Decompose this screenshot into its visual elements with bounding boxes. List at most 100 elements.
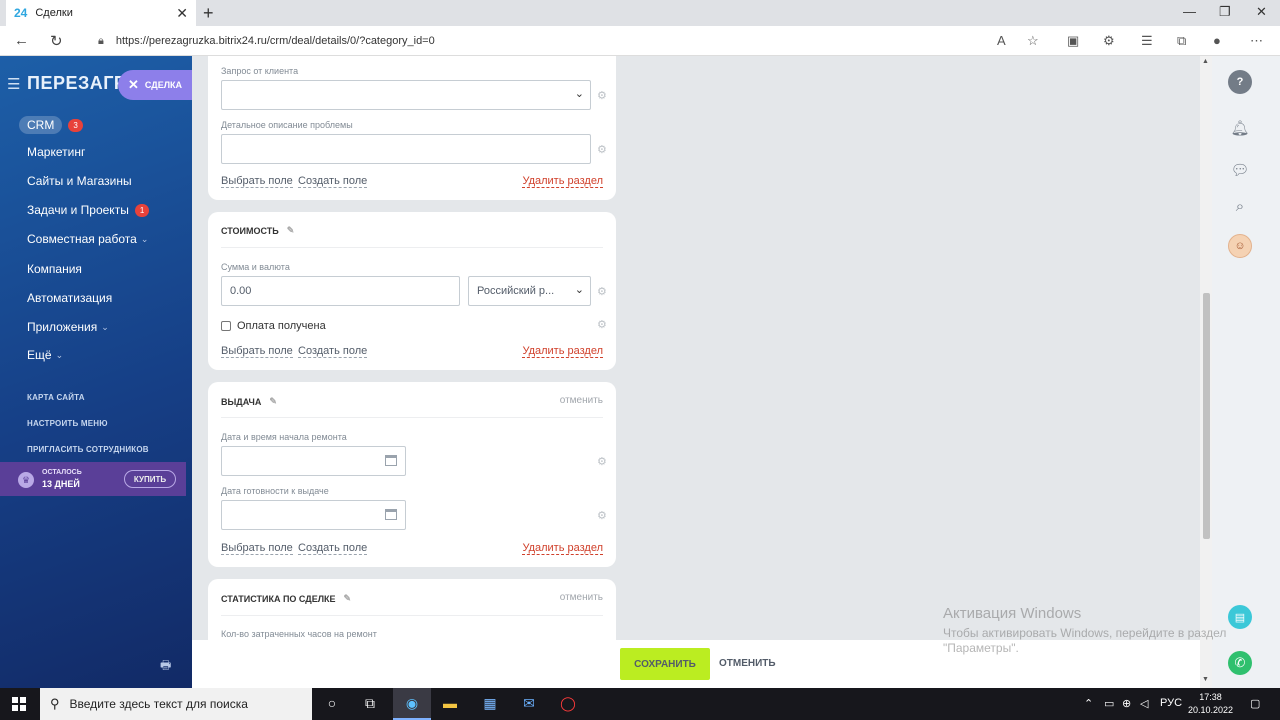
windows-start-icon[interactable] bbox=[12, 697, 26, 711]
buy-button[interactable]: КУПИТЬ bbox=[124, 470, 176, 488]
gear-icon[interactable]: ⚙ bbox=[597, 318, 607, 331]
volume-icon[interactable]: ◁ bbox=[1140, 697, 1148, 710]
printer-icon[interactable]: 🖶︎ bbox=[160, 656, 171, 677]
pencil-icon[interactable]: ✎ bbox=[344, 593, 352, 604]
sidebar-item-collab[interactable]: Совместная работа ⌄ bbox=[27, 232, 148, 246]
file-explorer-icon[interactable]: ▬ bbox=[440, 695, 460, 711]
chat-icon[interactable]: 💬︎ bbox=[1228, 158, 1252, 182]
tabs-icon[interactable]: ⧉ bbox=[1177, 33, 1186, 49]
browser-tab[interactable]: 24 Сделки ✕ bbox=[6, 0, 196, 26]
sidebar-item-sites[interactable]: Сайты и Магазины bbox=[27, 174, 132, 188]
select-field-link[interactable]: Выбрать поле bbox=[221, 345, 293, 358]
sidebar-item-automation[interactable]: Автоматизация bbox=[27, 291, 112, 305]
select-field-link[interactable]: Выбрать поле bbox=[221, 175, 293, 188]
pencil-icon[interactable]: ✎ bbox=[287, 225, 295, 236]
trial-days: 13 ДНЕЙ bbox=[42, 479, 80, 489]
notification-icon[interactable]: ▢ bbox=[1250, 697, 1260, 710]
gear-icon[interactable]: ⚙ bbox=[597, 143, 607, 156]
opera-icon[interactable]: ◯ bbox=[558, 695, 578, 712]
calendar-icon[interactable] bbox=[385, 509, 397, 520]
page-scrollbar[interactable]: ▲ ▼ bbox=[1200, 56, 1212, 688]
gear-icon[interactable]: ⚙ bbox=[597, 285, 607, 298]
back-icon[interactable]: ← bbox=[14, 32, 29, 49]
url-field[interactable]: 🔒︎ https://perezagruzka.bitrix24.ru/crm/… bbox=[88, 30, 1054, 52]
task-view-icon[interactable]: ⧉ bbox=[360, 695, 380, 712]
refresh-icon[interactable]: ↻ bbox=[50, 32, 63, 50]
avatar[interactable]: ☺ bbox=[1228, 234, 1252, 258]
search-icon[interactable]: ⌕ bbox=[1228, 194, 1252, 218]
mail-icon[interactable]: ✉ bbox=[519, 695, 539, 712]
sidebar-item-marketing[interactable]: Маркетинг bbox=[27, 145, 85, 159]
client-request-select[interactable]: ⌄ bbox=[221, 80, 591, 110]
payment-received-checkbox[interactable] bbox=[221, 321, 231, 331]
phone-icon[interactable]: ✆ bbox=[1228, 651, 1252, 675]
invite-users-link[interactable]: ПРИГЛАСИТЬ СОТРУДНИКОВ bbox=[27, 445, 149, 454]
sidebar-item-more[interactable]: Ещё ⌄ bbox=[27, 348, 63, 362]
favorites-icon[interactable]: ☰ bbox=[1141, 33, 1153, 49]
gear-icon[interactable]: ⚙ bbox=[597, 455, 607, 468]
cortana-icon[interactable]: ○ bbox=[322, 695, 342, 711]
extensions-icon[interactable]: ⚙ bbox=[1103, 33, 1115, 49]
close-window-icon[interactable]: ✕ bbox=[1256, 4, 1267, 20]
battery-icon[interactable]: ▭ bbox=[1104, 697, 1114, 710]
tray-chevron-icon[interactable]: ⌃ bbox=[1084, 697, 1093, 710]
calendar-icon[interactable] bbox=[385, 455, 397, 466]
clock[interactable]: 17:38 20.10.2022 bbox=[1188, 691, 1233, 717]
field-label: Запрос от клиента bbox=[221, 66, 299, 76]
create-field-link[interactable]: Создать поле bbox=[298, 175, 368, 188]
amount-input[interactable]: 0.00 bbox=[221, 276, 460, 306]
read-aloud-icon[interactable]: A bbox=[997, 33, 1006, 48]
gear-icon[interactable]: ⚙ bbox=[597, 509, 607, 522]
store-icon[interactable]: ▦ bbox=[480, 695, 500, 712]
deal-close-pill[interactable]: ✕ СДЕЛКА bbox=[118, 70, 192, 100]
new-tab-icon[interactable]: + bbox=[203, 3, 214, 24]
menu-burger-icon[interactable]: ☰ bbox=[7, 75, 20, 93]
network-icon[interactable]: ⊕ bbox=[1122, 697, 1131, 710]
save-button[interactable]: СОХРАНИТЬ bbox=[620, 648, 710, 680]
gear-icon[interactable]: ⚙ bbox=[597, 89, 607, 102]
pencil-icon[interactable]: ✎ bbox=[269, 396, 277, 407]
minimize-icon[interactable]: — bbox=[1183, 4, 1196, 19]
more-icon[interactable]: ⋯ bbox=[1250, 33, 1263, 49]
create-field-link[interactable]: Создать поле bbox=[298, 345, 368, 358]
cancel-section-link[interactable]: отменить bbox=[560, 592, 603, 603]
configure-menu-link[interactable]: НАСТРОИТЬ МЕНЮ bbox=[27, 419, 108, 428]
sidebar-item-company[interactable]: Компания bbox=[27, 262, 82, 276]
select-field-link[interactable]: Выбрать поле bbox=[221, 542, 293, 555]
cancel-section-link[interactable]: отменить bbox=[560, 395, 603, 406]
sidebar-item-tasks[interactable]: Задачи и Проекты 1 bbox=[27, 203, 150, 217]
notes-icon[interactable]: ▤ bbox=[1228, 605, 1252, 629]
cancel-button[interactable]: ОТМЕНИТЬ bbox=[719, 658, 776, 669]
scroll-down-icon[interactable]: ▼ bbox=[1202, 676, 1209, 683]
delete-section-link[interactable]: Удалить раздел bbox=[522, 542, 603, 555]
favorite-add-icon[interactable]: ☆ bbox=[1027, 33, 1039, 49]
delete-section-link[interactable]: Удалить раздел bbox=[522, 345, 603, 358]
bell-icon[interactable]: 🔔︎ bbox=[1228, 116, 1252, 140]
scroll-up-icon[interactable]: ▲ bbox=[1202, 58, 1209, 65]
currency-select[interactable]: Российский р... ⌄ bbox=[468, 276, 591, 306]
profile-icon[interactable]: ● bbox=[1213, 33, 1221, 48]
taskbar-search[interactable]: ⚲ Введите здесь текст для поиска bbox=[40, 688, 312, 720]
help-icon[interactable]: ? bbox=[1228, 70, 1252, 94]
sidebar-item-apps[interactable]: Приложения ⌄ bbox=[27, 320, 109, 334]
section-title: ВЫДАЧА ✎ bbox=[221, 396, 277, 407]
language-indicator[interactable]: РУС bbox=[1160, 697, 1182, 709]
sidebar-item-label: Приложения bbox=[27, 320, 98, 334]
trial-remaining-label: ОСТАЛОСЬ bbox=[42, 469, 82, 476]
sidebar-item-crm[interactable]: CRM 3 bbox=[19, 116, 83, 134]
scroll-thumb[interactable] bbox=[1203, 293, 1210, 539]
right-panel: ? 🔔︎ 💬︎ ⌕ ☺ ▤ ✆ bbox=[1212, 56, 1280, 688]
delete-section-link[interactable]: Удалить раздел bbox=[522, 175, 603, 188]
sidebar-item-label: Задачи и Проекты bbox=[27, 203, 129, 217]
payment-received-row[interactable]: Оплата получена bbox=[221, 320, 326, 332]
close-tab-icon[interactable]: ✕ bbox=[176, 5, 188, 22]
restore-icon[interactable]: ❐ bbox=[1219, 4, 1231, 20]
problem-description-input[interactable] bbox=[221, 134, 591, 164]
collections-icon[interactable]: ▣ bbox=[1067, 33, 1079, 49]
sitemap-link[interactable]: КАРТА САЙТА bbox=[27, 393, 85, 402]
ready-date-input[interactable] bbox=[221, 500, 406, 530]
create-field-link[interactable]: Создать поле bbox=[298, 542, 368, 555]
repair-start-date-input[interactable] bbox=[221, 446, 406, 476]
edge-icon[interactable]: ◉ bbox=[402, 695, 422, 712]
field-label: Сумма и валюта bbox=[221, 262, 290, 272]
